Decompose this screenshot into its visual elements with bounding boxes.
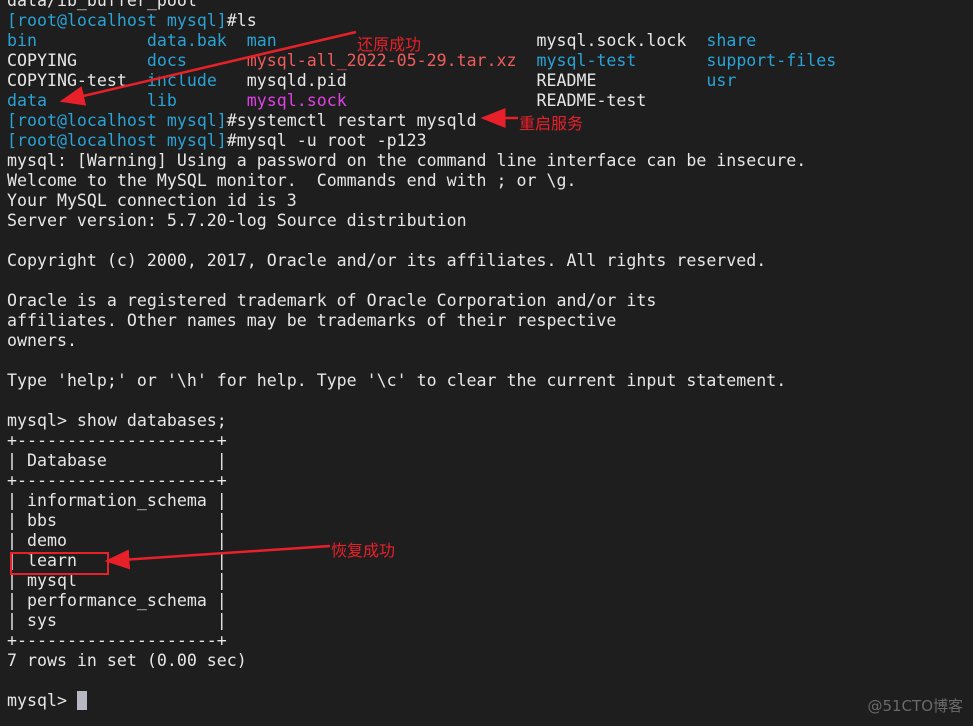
annotation-arrows [59, 30, 518, 570]
annotation-recover-success: 恢复成功 [331, 541, 396, 560]
arrow-restore [59, 30, 357, 106]
watermark: @51CTO博客 [867, 697, 963, 715]
annotation-restart-service: 重启服务 [519, 114, 584, 133]
highlight-box-learn [10, 552, 109, 575]
annotation-restore-success: 还原成功 [357, 35, 422, 54]
arrow-recover [104, 544, 331, 570]
